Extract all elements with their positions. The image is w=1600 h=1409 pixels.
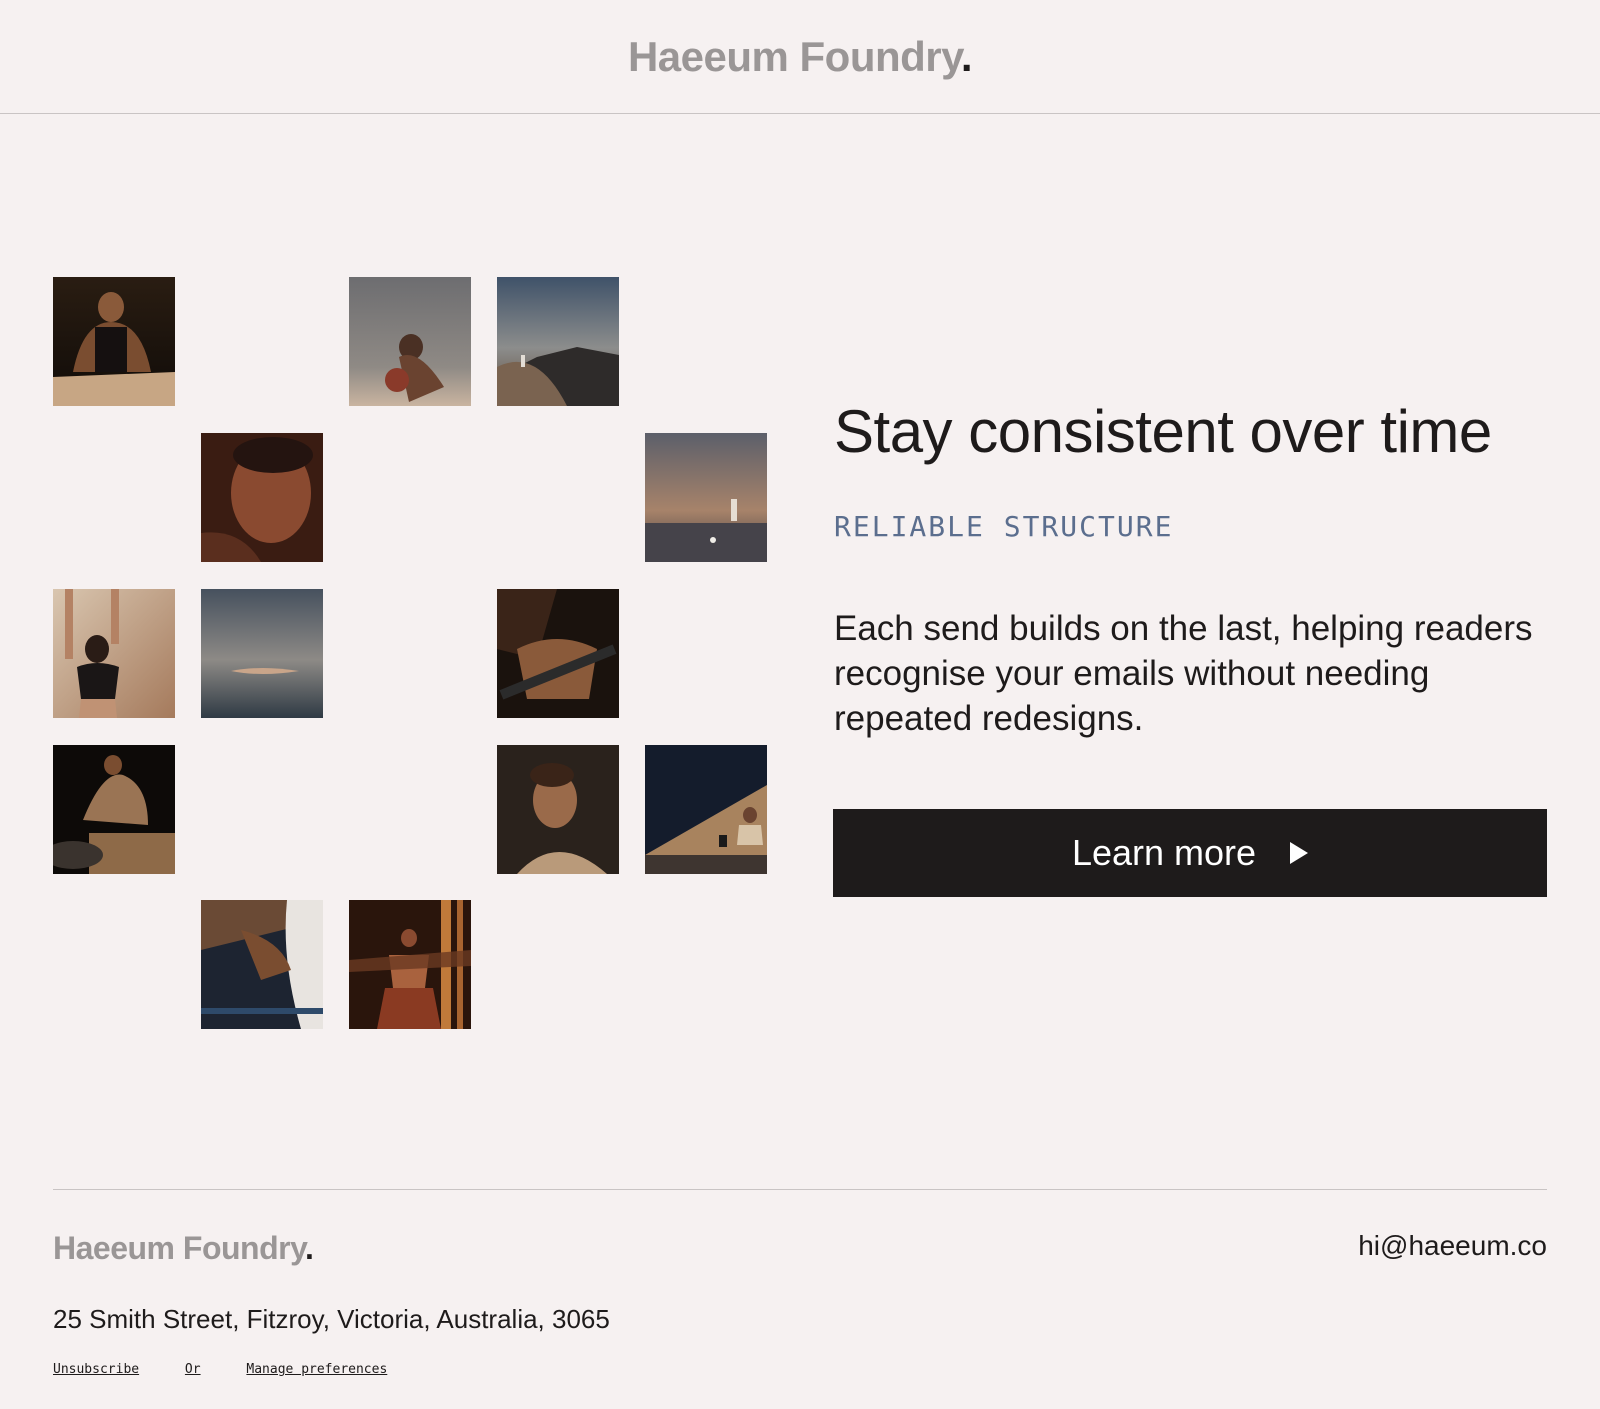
play-arrow-icon (1290, 842, 1309, 864)
header-logo-dot: . (960, 32, 973, 80)
footer-logo-text: Haeeum Foundry (53, 1230, 306, 1266)
sprinter-photo (201, 900, 323, 1029)
hero-body-text: Each send builds on the last, helping re… (834, 609, 1533, 738)
manage-preferences-link[interactable]: Manage preferences (246, 1362, 387, 1377)
footer-email-link[interactable]: hi@haeeum.co (1358, 1230, 1547, 1262)
group-class-photo (349, 900, 471, 1029)
or-separator: Or (184, 1362, 201, 1377)
box-jump-photo (53, 745, 175, 874)
swimmer-photo (201, 589, 323, 718)
boxer-photo (349, 277, 471, 406)
learn-more-button[interactable]: Learn more (833, 809, 1547, 897)
hero-eyebrow: RELIABLE STRUCTURE (834, 510, 1174, 543)
footer-logo-dot: . (305, 1230, 314, 1266)
hands-barbell-photo (497, 589, 619, 718)
header-logo-text: Haeeum Foundry (627, 32, 961, 80)
woman-stretching-photo (53, 589, 175, 718)
hero-headline: Stay consistent over time (834, 398, 1492, 465)
athlete-crouching-photo (53, 277, 175, 406)
kettlebell-squat-photo (645, 745, 767, 874)
footer-divider (53, 1189, 1547, 1190)
email-header: Haeeum Foundry. (0, 0, 1600, 114)
beach-runner-photo (645, 433, 767, 562)
face-closeup-photo (201, 433, 323, 562)
footer-links: Unsubscribe Or Manage preferences (53, 1362, 425, 1377)
learn-more-button-label: Learn more (1071, 832, 1257, 873)
man-portrait-photo (497, 745, 619, 874)
footer-logo[interactable]: Haeeum Foundry. (53, 1230, 314, 1267)
header-logo[interactable]: Haeeum Foundry. (627, 32, 973, 81)
desert-runner-photo (497, 277, 619, 406)
footer-address: 25 Smith Street, Fitzroy, Victoria, Aust… (53, 1304, 610, 1334)
unsubscribe-link[interactable]: Unsubscribe (53, 1362, 139, 1377)
